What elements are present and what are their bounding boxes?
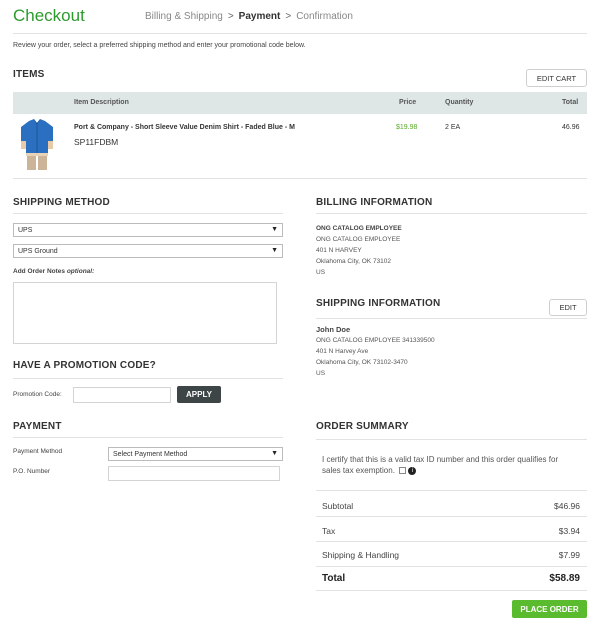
item-total: 46.96 <box>562 124 580 131</box>
divider <box>316 213 587 214</box>
item-quantity: 2 EA <box>445 124 461 131</box>
divider <box>13 378 283 379</box>
divider <box>13 437 283 438</box>
order-notes-label-text: Add Order Notes <box>13 268 66 275</box>
total-label: Total <box>322 573 346 584</box>
payment-method-value: Select Payment Method <box>113 450 188 458</box>
item-description[interactable]: Port & Company - Short Sleeve Value Deni… <box>74 124 295 131</box>
edit-shipping-button[interactable]: EDIT <box>549 299 587 316</box>
shipping-carrier-value: UPS <box>18 226 33 234</box>
divider <box>316 516 587 517</box>
item-sku: SP11FDBM <box>74 137 119 147</box>
breadcrumb-separator: > <box>227 11 234 22</box>
shipping-info-heading: SHIPPING INFORMATION <box>316 298 441 309</box>
info-icon[interactable]: i <box>408 466 417 475</box>
divider <box>316 318 587 319</box>
column-price: Price <box>399 99 417 106</box>
shipping-service-value: UPS Ground <box>18 247 58 255</box>
place-order-button[interactable]: PLACE ORDER <box>512 600 587 618</box>
shipping-address: John Doe ONG CATALOG EMPLOYEE 341339500 … <box>316 324 435 379</box>
divider <box>13 213 283 214</box>
tax-exempt-text: I certify that this is a valid tax ID nu… <box>322 455 559 475</box>
page-title: Checkout <box>13 6 85 25</box>
order-notes-label: Add Order Notes optional: <box>13 268 94 275</box>
breadcrumb-separator: > <box>285 11 292 22</box>
shipping-carrier-select[interactable]: UPS ▼ <box>13 223 283 237</box>
promotion-code-label: Promotion Code: <box>13 391 62 398</box>
billing-line: ONG CATALOG EMPLOYEE <box>316 236 401 243</box>
tax-value: $3.94 <box>558 526 580 536</box>
divider <box>316 566 587 567</box>
dropdown-arrow-icon: ▼ <box>271 226 278 233</box>
item-price: $19.98 <box>396 124 418 131</box>
divider <box>316 439 587 440</box>
order-summary-heading: ORDER SUMMARY <box>316 421 409 432</box>
billing-line: ONG CATALOG EMPLOYEE <box>316 225 402 232</box>
shipping-line: ONG CATALOG EMPLOYEE 341339500 <box>316 337 435 344</box>
shipping-line: 401 N Harvey Ave <box>316 348 369 355</box>
payment-heading: PAYMENT <box>13 421 62 432</box>
edit-cart-button[interactable]: EDIT CART <box>526 69 587 87</box>
column-quantity: Quantity <box>445 99 474 106</box>
shipping-method-heading: SHIPPING METHOD <box>13 197 110 208</box>
shipping-line: Oklahoma City, OK 73102-3470 <box>316 359 408 366</box>
subtotal-label: Subtotal <box>322 501 354 511</box>
column-total: Total <box>562 99 579 106</box>
billing-line: 401 N HARVEY <box>316 247 362 254</box>
total-value: $58.89 <box>549 573 580 584</box>
intro-text: Review your order, select a preferred sh… <box>13 42 306 49</box>
order-notes-optional: optional: <box>66 268 95 275</box>
breadcrumb-confirmation: Confirmation <box>296 11 353 22</box>
dropdown-arrow-icon: ▼ <box>271 450 278 457</box>
promotion-code-input[interactable] <box>73 387 171 403</box>
tax-exempt-checkbox[interactable] <box>399 467 407 475</box>
breadcrumb: Billing & Shipping > Payment > Confirmation <box>145 11 353 22</box>
shipping-handling-value: $7.99 <box>558 550 580 560</box>
column-item-description: Item Description <box>74 99 129 106</box>
tax-exempt-certify: I certify that this is a valid tax ID nu… <box>322 454 572 476</box>
promotion-heading: HAVE A PROMOTION CODE? <box>13 360 156 371</box>
order-notes-textarea[interactable] <box>13 282 277 344</box>
breadcrumb-billing-shipping[interactable]: Billing & Shipping <box>145 11 223 22</box>
shipping-line: US <box>316 370 326 377</box>
tax-label: Tax <box>322 526 336 536</box>
billing-info-heading: BILLING INFORMATION <box>316 197 433 208</box>
billing-address: ONG CATALOG EMPLOYEE ONG CATALOG EMPLOYE… <box>316 223 402 278</box>
po-number-label: P.O. Number <box>13 468 51 475</box>
payment-method-label: Payment Method <box>13 448 63 455</box>
divider <box>13 178 587 179</box>
dropdown-arrow-icon: ▼ <box>271 247 278 254</box>
breadcrumb-payment: Payment <box>238 11 281 22</box>
shipping-handling-label: Shipping & Handling <box>322 550 400 560</box>
items-heading: ITEMS <box>13 69 45 80</box>
subtotal-value: $46.96 <box>554 501 580 511</box>
billing-line: US <box>316 269 326 276</box>
payment-method-select[interactable]: Select Payment Method ▼ <box>108 447 283 461</box>
billing-line: Oklahoma City, OK 73102 <box>316 258 392 265</box>
shipping-line: John Doe <box>316 325 351 334</box>
shipping-service-select[interactable]: UPS Ground ▼ <box>13 244 283 258</box>
divider <box>13 33 587 34</box>
divider <box>316 541 587 542</box>
shirt-thumbnail-icon[interactable] <box>20 119 54 171</box>
po-number-input[interactable] <box>108 466 280 481</box>
apply-promotion-button[interactable]: APPLY <box>177 386 221 403</box>
